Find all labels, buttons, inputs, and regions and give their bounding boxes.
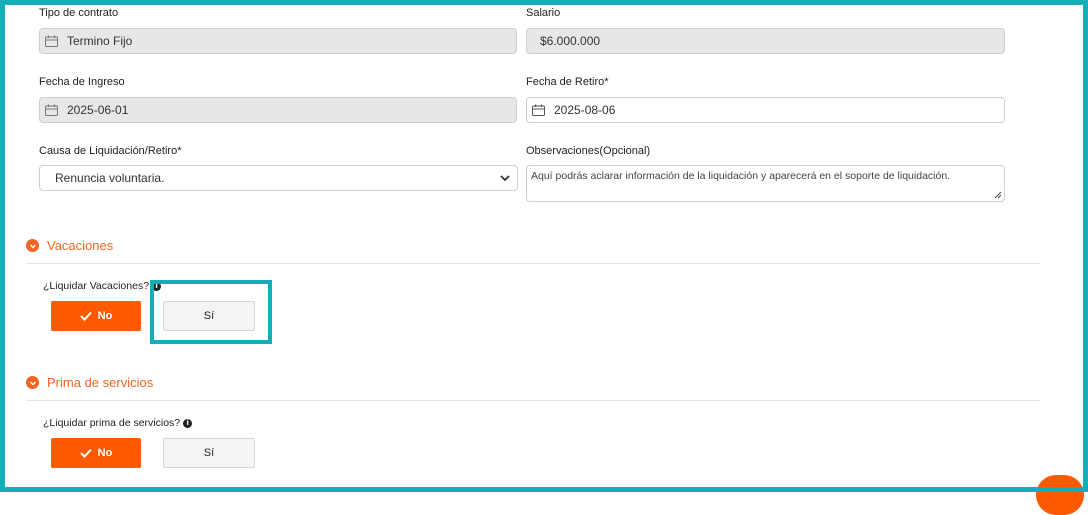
fecha-retiro-field[interactable]: 2025-08-06 (526, 97, 1005, 123)
vacaciones-question-text: ¿Liquidar Vacaciones? (43, 280, 150, 292)
check-icon (79, 311, 92, 321)
observaciones-label: Observaciones(Opcional) (526, 145, 651, 157)
prima-question-text: ¿Liquidar prima de servicios? (43, 417, 181, 429)
highlight-box (150, 280, 272, 344)
fecha-ingreso-value: 2025-06-01 (67, 103, 129, 117)
prima-no-label: No (97, 447, 113, 459)
calendar-icon (45, 104, 58, 116)
causa-select[interactable]: Renuncia voluntaria. (39, 165, 518, 191)
check-icon (79, 448, 92, 458)
prima-no-button[interactable]: No (51, 438, 141, 468)
prima-question: ¿Liquidar prima de servicios? i (43, 417, 193, 429)
tipo-contrato-value: Termino Fijo (67, 34, 133, 48)
tipo-contrato-field: Termino Fijo (39, 28, 517, 54)
chevron-circle-icon (26, 239, 39, 252)
vacaciones-no-button[interactable]: No (51, 301, 141, 331)
fecha-retiro-label: Fecha de Retiro* (526, 76, 609, 88)
causa-value: Renuncia voluntaria. (55, 171, 165, 185)
fecha-ingreso-field: 2025-06-01 (39, 97, 517, 123)
observaciones-textarea[interactable]: Aquí podrás aclarar información de la li… (526, 165, 1005, 202)
calendar-icon (532, 104, 545, 116)
vacaciones-question: ¿Liquidar Vacaciones? i (43, 280, 162, 292)
chevron-down-icon (500, 175, 510, 182)
prima-si-button[interactable]: Sí (163, 438, 255, 468)
salario-label: Salario (526, 7, 561, 19)
observaciones-placeholder: Aquí podrás aclarar información de la li… (531, 170, 951, 182)
vacaciones-section-header[interactable]: Vacaciones (26, 238, 113, 253)
tipo-contrato-label: Tipo de contrato (39, 7, 119, 19)
vacaciones-title: Vacaciones (47, 238, 114, 253)
floating-action-button[interactable] (1036, 475, 1084, 515)
calendar-icon (45, 35, 58, 47)
prima-title: Prima de servicios (47, 375, 154, 390)
divider (26, 263, 1040, 264)
divider (26, 400, 1040, 401)
salario-value: $6.000.000 (540, 34, 601, 48)
prima-si-label: Sí (203, 447, 215, 459)
causa-label: Causa de Liquidación/Retiro* (39, 145, 182, 157)
prima-section-header[interactable]: Prima de servicios (26, 375, 153, 390)
fecha-ingreso-label: Fecha de Ingreso (39, 76, 125, 88)
fecha-retiro-value: 2025-08-06 (554, 103, 616, 117)
chevron-circle-icon (26, 376, 39, 389)
resize-handle-icon[interactable] (994, 191, 1002, 199)
vacaciones-no-label: No (97, 310, 113, 322)
info-icon[interactable]: i (183, 418, 193, 428)
salario-field: $6.000.000 (526, 28, 1005, 54)
